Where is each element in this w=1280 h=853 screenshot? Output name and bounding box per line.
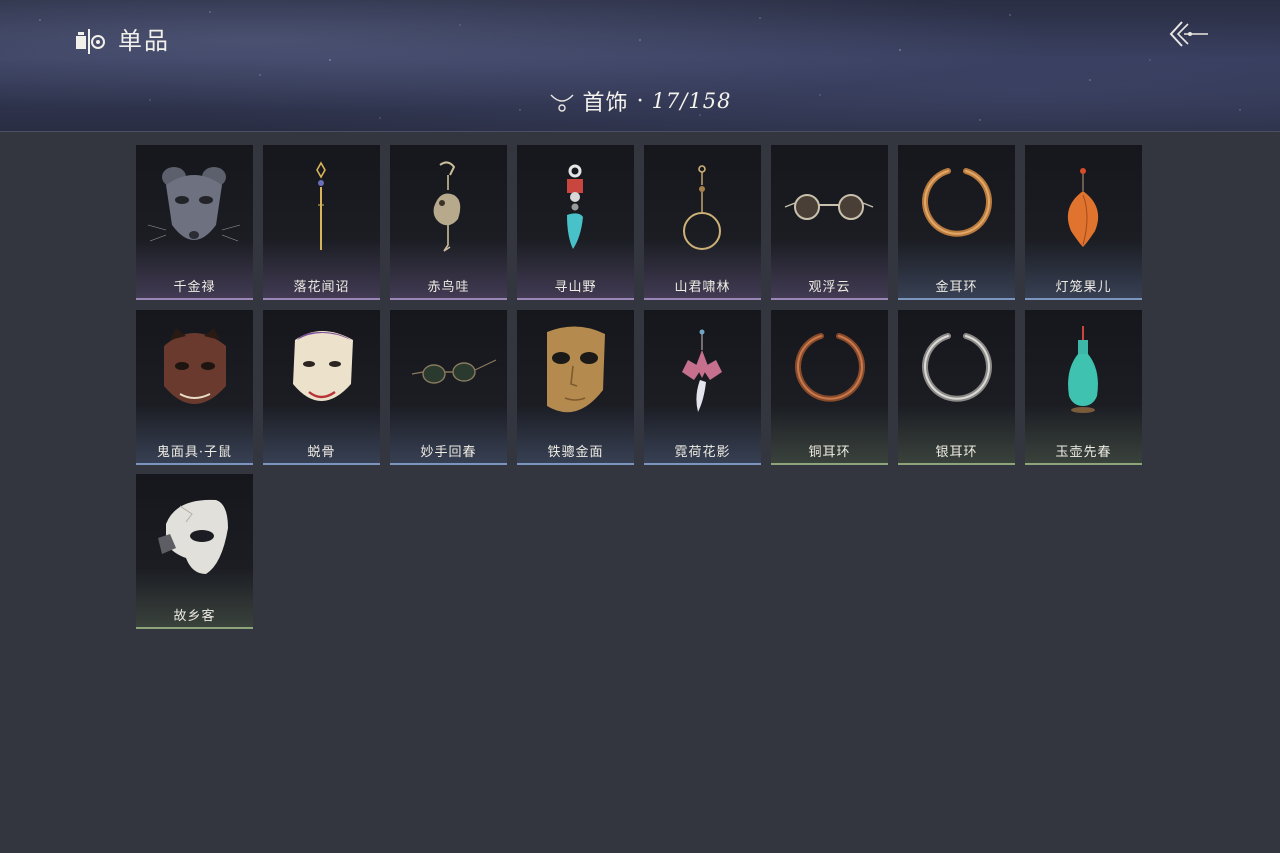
rarity-bar bbox=[644, 298, 761, 300]
item-name: 铁骢金面 bbox=[547, 445, 604, 460]
category-count: 17/158 bbox=[651, 89, 732, 113]
item-card[interactable]: 寻山野 bbox=[517, 145, 634, 300]
rarity-bar bbox=[390, 463, 507, 465]
page-title: 单品 bbox=[118, 27, 170, 55]
item-name: 落花闻诏 bbox=[293, 280, 350, 295]
item-card[interactable]: 妙手回春 bbox=[390, 310, 507, 465]
collection-icon bbox=[76, 29, 105, 54]
item-card[interactable]: 蜕骨 bbox=[263, 310, 380, 465]
rarity-bar bbox=[517, 298, 634, 300]
item-card[interactable]: 金耳环 bbox=[898, 145, 1015, 300]
item-name: 千金禄 bbox=[173, 280, 216, 295]
rarity-bar bbox=[771, 298, 888, 300]
rarity-bar bbox=[263, 298, 380, 300]
item-name: 霓荷花影 bbox=[674, 445, 731, 460]
rarity-bar bbox=[136, 298, 253, 300]
rarity-bar bbox=[898, 298, 1015, 300]
item-name: 金耳环 bbox=[935, 280, 978, 295]
item-card[interactable]: 霓荷花影 bbox=[644, 310, 761, 465]
item-card[interactable]: 玉壶先春 bbox=[1025, 310, 1142, 465]
item-name: 赤鸟哇 bbox=[427, 280, 470, 295]
item-name: 山君啸林 bbox=[674, 280, 731, 295]
item-card[interactable]: 银耳环 bbox=[898, 310, 1015, 465]
item-name: 观浮云 bbox=[808, 280, 851, 295]
rarity-bar bbox=[390, 298, 507, 300]
item-card[interactable]: 铁骢金面 bbox=[517, 310, 634, 465]
item-name: 灯笼果儿 bbox=[1055, 280, 1112, 295]
item-name: 蜕骨 bbox=[307, 445, 336, 460]
item-card[interactable]: 千金禄 bbox=[136, 145, 253, 300]
item-card[interactable]: 山君啸林 bbox=[644, 145, 761, 300]
rarity-bar bbox=[898, 463, 1015, 465]
rarity-bar bbox=[263, 463, 380, 465]
rarity-bar bbox=[1025, 463, 1142, 465]
item-name: 寻山野 bbox=[554, 280, 597, 295]
category-separator: · bbox=[636, 88, 644, 114]
item-name: 铜耳环 bbox=[808, 445, 851, 460]
item-name: 鬼面具·子鼠 bbox=[156, 445, 233, 460]
item-name: 银耳环 bbox=[935, 445, 978, 460]
item-name: 故乡客 bbox=[173, 609, 216, 624]
rarity-bar bbox=[771, 463, 888, 465]
item-name: 玉壶先春 bbox=[1055, 445, 1112, 460]
item-card[interactable]: 赤鸟哇 bbox=[390, 145, 507, 300]
category-title: 首饰 · 17/158 bbox=[0, 84, 1280, 118]
category-name: 首饰 bbox=[582, 91, 629, 116]
item-card[interactable]: 鬼面具·子鼠 bbox=[136, 310, 253, 465]
necklace-icon bbox=[550, 94, 574, 112]
header-banner: 单品 首饰 · 17/158 bbox=[0, 0, 1280, 132]
back-arrow-icon[interactable] bbox=[1166, 18, 1212, 52]
item-card[interactable]: 灯笼果儿 bbox=[1025, 145, 1142, 300]
rarity-bar bbox=[517, 463, 634, 465]
rarity-bar bbox=[136, 463, 253, 465]
item-card[interactable]: 观浮云 bbox=[771, 145, 888, 300]
rarity-bar bbox=[136, 627, 253, 629]
item-card[interactable]: 落花闻诏 bbox=[263, 145, 380, 300]
rarity-bar bbox=[1025, 298, 1142, 300]
item-card[interactable]: 铜耳环 bbox=[771, 310, 888, 465]
rarity-bar bbox=[644, 463, 761, 465]
item-name: 妙手回春 bbox=[420, 445, 477, 460]
item-card[interactable]: 故乡客 bbox=[136, 474, 253, 629]
